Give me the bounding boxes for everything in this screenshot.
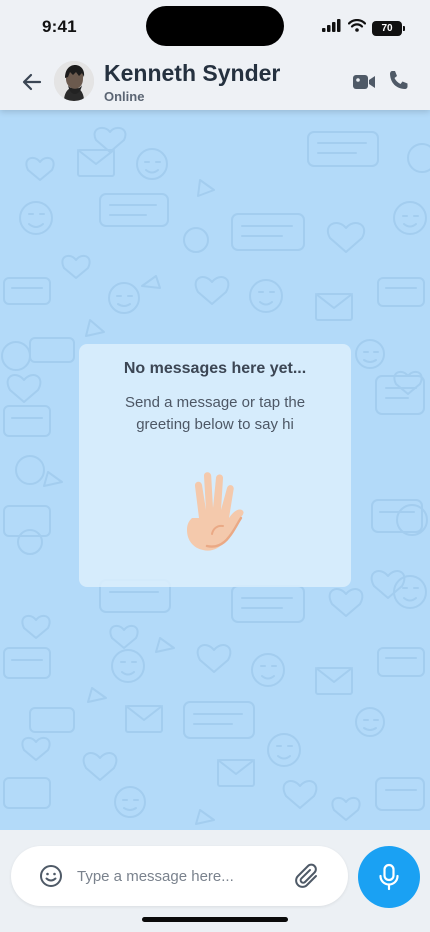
contact-status: Online: [104, 89, 145, 104]
paperclip-icon: [295, 863, 317, 888]
message-input[interactable]: [77, 860, 277, 892]
message-composer: [0, 830, 430, 932]
wifi-icon: [347, 19, 367, 37]
battery-icon: 70: [372, 20, 405, 36]
emoji-button[interactable]: [39, 864, 63, 888]
waving-hand-icon: [187, 472, 244, 551]
status-icons: 70: [322, 19, 405, 37]
message-input-container: [11, 846, 348, 906]
video-camera-icon: [353, 75, 375, 89]
voice-record-button[interactable]: [358, 846, 420, 908]
video-call-button[interactable]: [352, 70, 376, 94]
empty-state-card: No messages here yet... Send a message o…: [79, 344, 351, 587]
smiley-icon: [40, 865, 62, 887]
attach-button[interactable]: [293, 862, 319, 890]
home-indicator: [142, 917, 288, 922]
battery-level: 70: [381, 22, 393, 34]
cellular-signal-icon: [322, 19, 342, 37]
status-bar: 9:41 70: [0, 0, 430, 54]
arrow-left-icon: [22, 73, 42, 91]
top-bar: 9:41 70 Kenneth Synder Online: [0, 0, 430, 110]
status-time: 9:41: [42, 17, 77, 36]
avatar[interactable]: [54, 61, 94, 101]
empty-state-subtitle: Send a message or tap the greeting below…: [124, 394, 306, 433]
microphone-icon: [379, 863, 399, 891]
voice-call-button[interactable]: [386, 69, 410, 93]
dynamic-island: [146, 6, 284, 46]
back-button[interactable]: [18, 68, 46, 96]
wave-greeting-button[interactable]: [171, 462, 259, 562]
phone-icon: [390, 71, 408, 89]
chat-header: Kenneth Synder Online: [0, 54, 430, 110]
contact-name[interactable]: Kenneth Synder: [104, 60, 280, 87]
empty-state-title: No messages here yet...: [123, 360, 307, 377]
